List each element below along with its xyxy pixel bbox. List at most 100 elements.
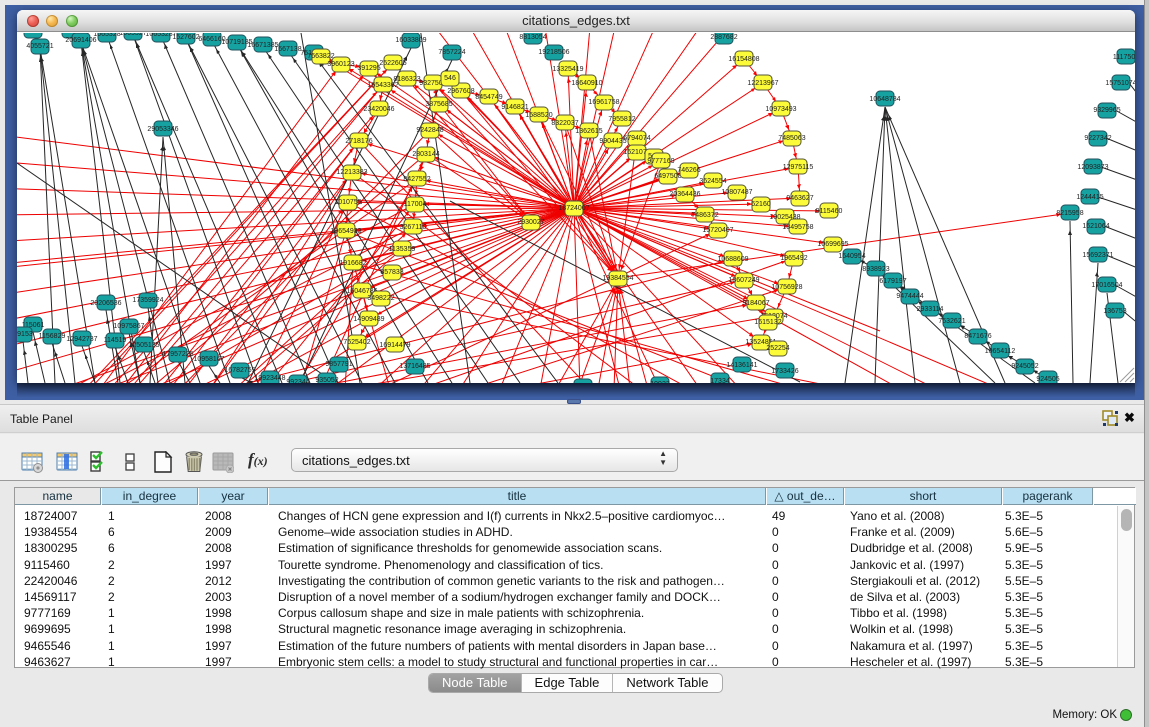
- svg-text:2933114: 2933114: [917, 306, 944, 313]
- svg-text:17334: 17334: [710, 378, 730, 383]
- svg-text:15692371: 15692371: [1082, 252, 1113, 259]
- svg-text:1527602: 1527602: [172, 34, 199, 41]
- svg-text:9115460: 9115460: [816, 208, 843, 215]
- svg-text:7625402: 7625402: [343, 339, 370, 346]
- svg-text:19218506: 19218506: [538, 49, 569, 56]
- svg-text:13716485: 13716485: [399, 363, 430, 370]
- svg-text:9184067: 9184067: [742, 300, 769, 307]
- svg-text:252254: 252254: [766, 345, 789, 352]
- svg-text:1667138: 1667138: [274, 46, 301, 53]
- svg-text:8427552: 8427552: [403, 176, 430, 183]
- svg-text:16782759: 16782759: [224, 367, 255, 374]
- svg-text:15751074: 15751074: [1105, 80, 1135, 87]
- svg-text:10958167: 10958167: [193, 356, 224, 363]
- svg-text:1733426: 1733426: [771, 368, 798, 375]
- svg-text:2930027: 2930027: [517, 219, 544, 226]
- svg-text:10654112: 10654112: [985, 348, 1016, 355]
- svg-text:1916682: 1916682: [339, 260, 366, 267]
- svg-text:8471676: 8471676: [964, 333, 991, 340]
- svg-text:10973493: 10973493: [765, 106, 796, 113]
- svg-text:18724007: 18724007: [558, 205, 589, 212]
- svg-text:9245052: 9245052: [1011, 363, 1038, 370]
- svg-text:935052: 935052: [315, 377, 338, 383]
- svg-text:6497508: 6497508: [654, 173, 681, 180]
- svg-text:7632621: 7632621: [938, 318, 965, 325]
- svg-text:6794074: 6794074: [623, 135, 650, 142]
- svg-text:992344: 992344: [286, 379, 309, 383]
- svg-text:16154808: 16154808: [728, 56, 759, 63]
- svg-text:8215958: 8215958: [1056, 210, 1083, 217]
- svg-text:10975867: 10975867: [113, 323, 144, 330]
- svg-text:391295: 391295: [357, 65, 380, 72]
- svg-text:12213967: 12213967: [747, 80, 778, 87]
- svg-text:14136141: 14136141: [726, 362, 757, 369]
- svg-text:10756928: 10756928: [771, 284, 802, 291]
- svg-text:15720407: 15720407: [702, 227, 733, 234]
- svg-text:2522605: 2522605: [379, 60, 406, 67]
- svg-text:1588520: 1588520: [525, 112, 552, 119]
- svg-text:14909489: 14909489: [353, 316, 384, 323]
- svg-text:3267110: 3267110: [400, 224, 427, 231]
- svg-text:1621064: 1621064: [1082, 223, 1109, 230]
- svg-text:62160: 62160: [751, 201, 771, 208]
- svg-text:12093873: 12093873: [1077, 164, 1108, 171]
- svg-text:2718176: 2718176: [345, 138, 372, 145]
- svg-text:39153: 39153: [17, 331, 33, 338]
- svg-text:9777169: 9777169: [647, 158, 674, 165]
- svg-text:8454749: 8454749: [475, 94, 502, 101]
- svg-text:9474444: 9474444: [896, 293, 923, 300]
- svg-text:16914479: 16914479: [379, 342, 410, 349]
- svg-text:924505: 924505: [1036, 376, 1059, 383]
- svg-text:2967608: 2967608: [447, 88, 474, 95]
- svg-text:12942737: 12942737: [66, 336, 97, 343]
- svg-text:10688609: 10688609: [717, 256, 748, 263]
- svg-text:3875685: 3875685: [425, 101, 452, 108]
- svg-text:9463627: 9463627: [786, 195, 813, 202]
- svg-text:3498222: 3498222: [367, 295, 394, 302]
- svg-text:9329965: 9329965: [1093, 107, 1120, 114]
- svg-text:8813054: 8813054: [519, 34, 546, 41]
- svg-text:18640910: 18640910: [571, 80, 602, 87]
- svg-text:1156829: 1156829: [39, 333, 66, 340]
- svg-text:17016504: 17016504: [1091, 282, 1122, 289]
- svg-text:4055721: 4055721: [26, 43, 53, 50]
- svg-text:1244415: 1244415: [1076, 194, 1103, 201]
- svg-text:23420046: 23420046: [363, 106, 394, 113]
- svg-text:12975115: 12975115: [783, 164, 814, 171]
- svg-text:136753: 136753: [1103, 308, 1126, 315]
- svg-text:1640954: 1640954: [838, 253, 865, 260]
- svg-text:19923: 19923: [650, 381, 670, 383]
- svg-text:10699695: 10699695: [817, 241, 848, 248]
- svg-text:1117504: 1117504: [1113, 54, 1135, 61]
- svg-text:9857791: 9857791: [325, 361, 352, 368]
- svg-text:7663822: 7663822: [307, 53, 334, 60]
- svg-text:7955812: 7955812: [608, 116, 635, 123]
- svg-text:16543362: 16543362: [367, 82, 398, 89]
- svg-text:10648784: 10648784: [869, 96, 900, 103]
- svg-text:1362615: 1362615: [575, 128, 602, 135]
- svg-text:8938923: 8938923: [862, 266, 889, 273]
- svg-text:3624554: 3624554: [699, 178, 726, 185]
- svg-text:7486372: 7486372: [691, 212, 718, 219]
- svg-text:16033809: 16033809: [395, 37, 426, 44]
- svg-text:20364436: 20364436: [669, 191, 700, 198]
- svg-text:1965492: 1965492: [780, 255, 807, 262]
- svg-text:9146821: 9146821: [501, 104, 528, 111]
- svg-text:20206536: 20206536: [90, 300, 121, 307]
- svg-text:1610557: 1610557: [19, 33, 46, 35]
- svg-text:1065327: 1065327: [119, 33, 146, 37]
- svg-text:1135359: 1135359: [389, 246, 416, 253]
- svg-text:746266: 746266: [677, 167, 700, 174]
- svg-text:16961758: 16961758: [588, 99, 619, 106]
- svg-text:19923448: 19923448: [254, 375, 285, 382]
- svg-text:9227342: 9227342: [1084, 135, 1111, 142]
- svg-text:20691406: 20691406: [65, 37, 96, 44]
- svg-text:18607249: 18607249: [728, 277, 759, 284]
- svg-text:6179197: 6179197: [879, 278, 906, 285]
- svg-text:1010755: 1010755: [334, 199, 361, 206]
- svg-text:10807487: 10807487: [721, 189, 752, 196]
- svg-text:1065328: 1065328: [93, 33, 120, 38]
- svg-text:12505135: 12505135: [128, 342, 159, 349]
- svg-text:17359924: 17359924: [132, 297, 163, 304]
- svg-text:17957225: 17957225: [162, 351, 193, 358]
